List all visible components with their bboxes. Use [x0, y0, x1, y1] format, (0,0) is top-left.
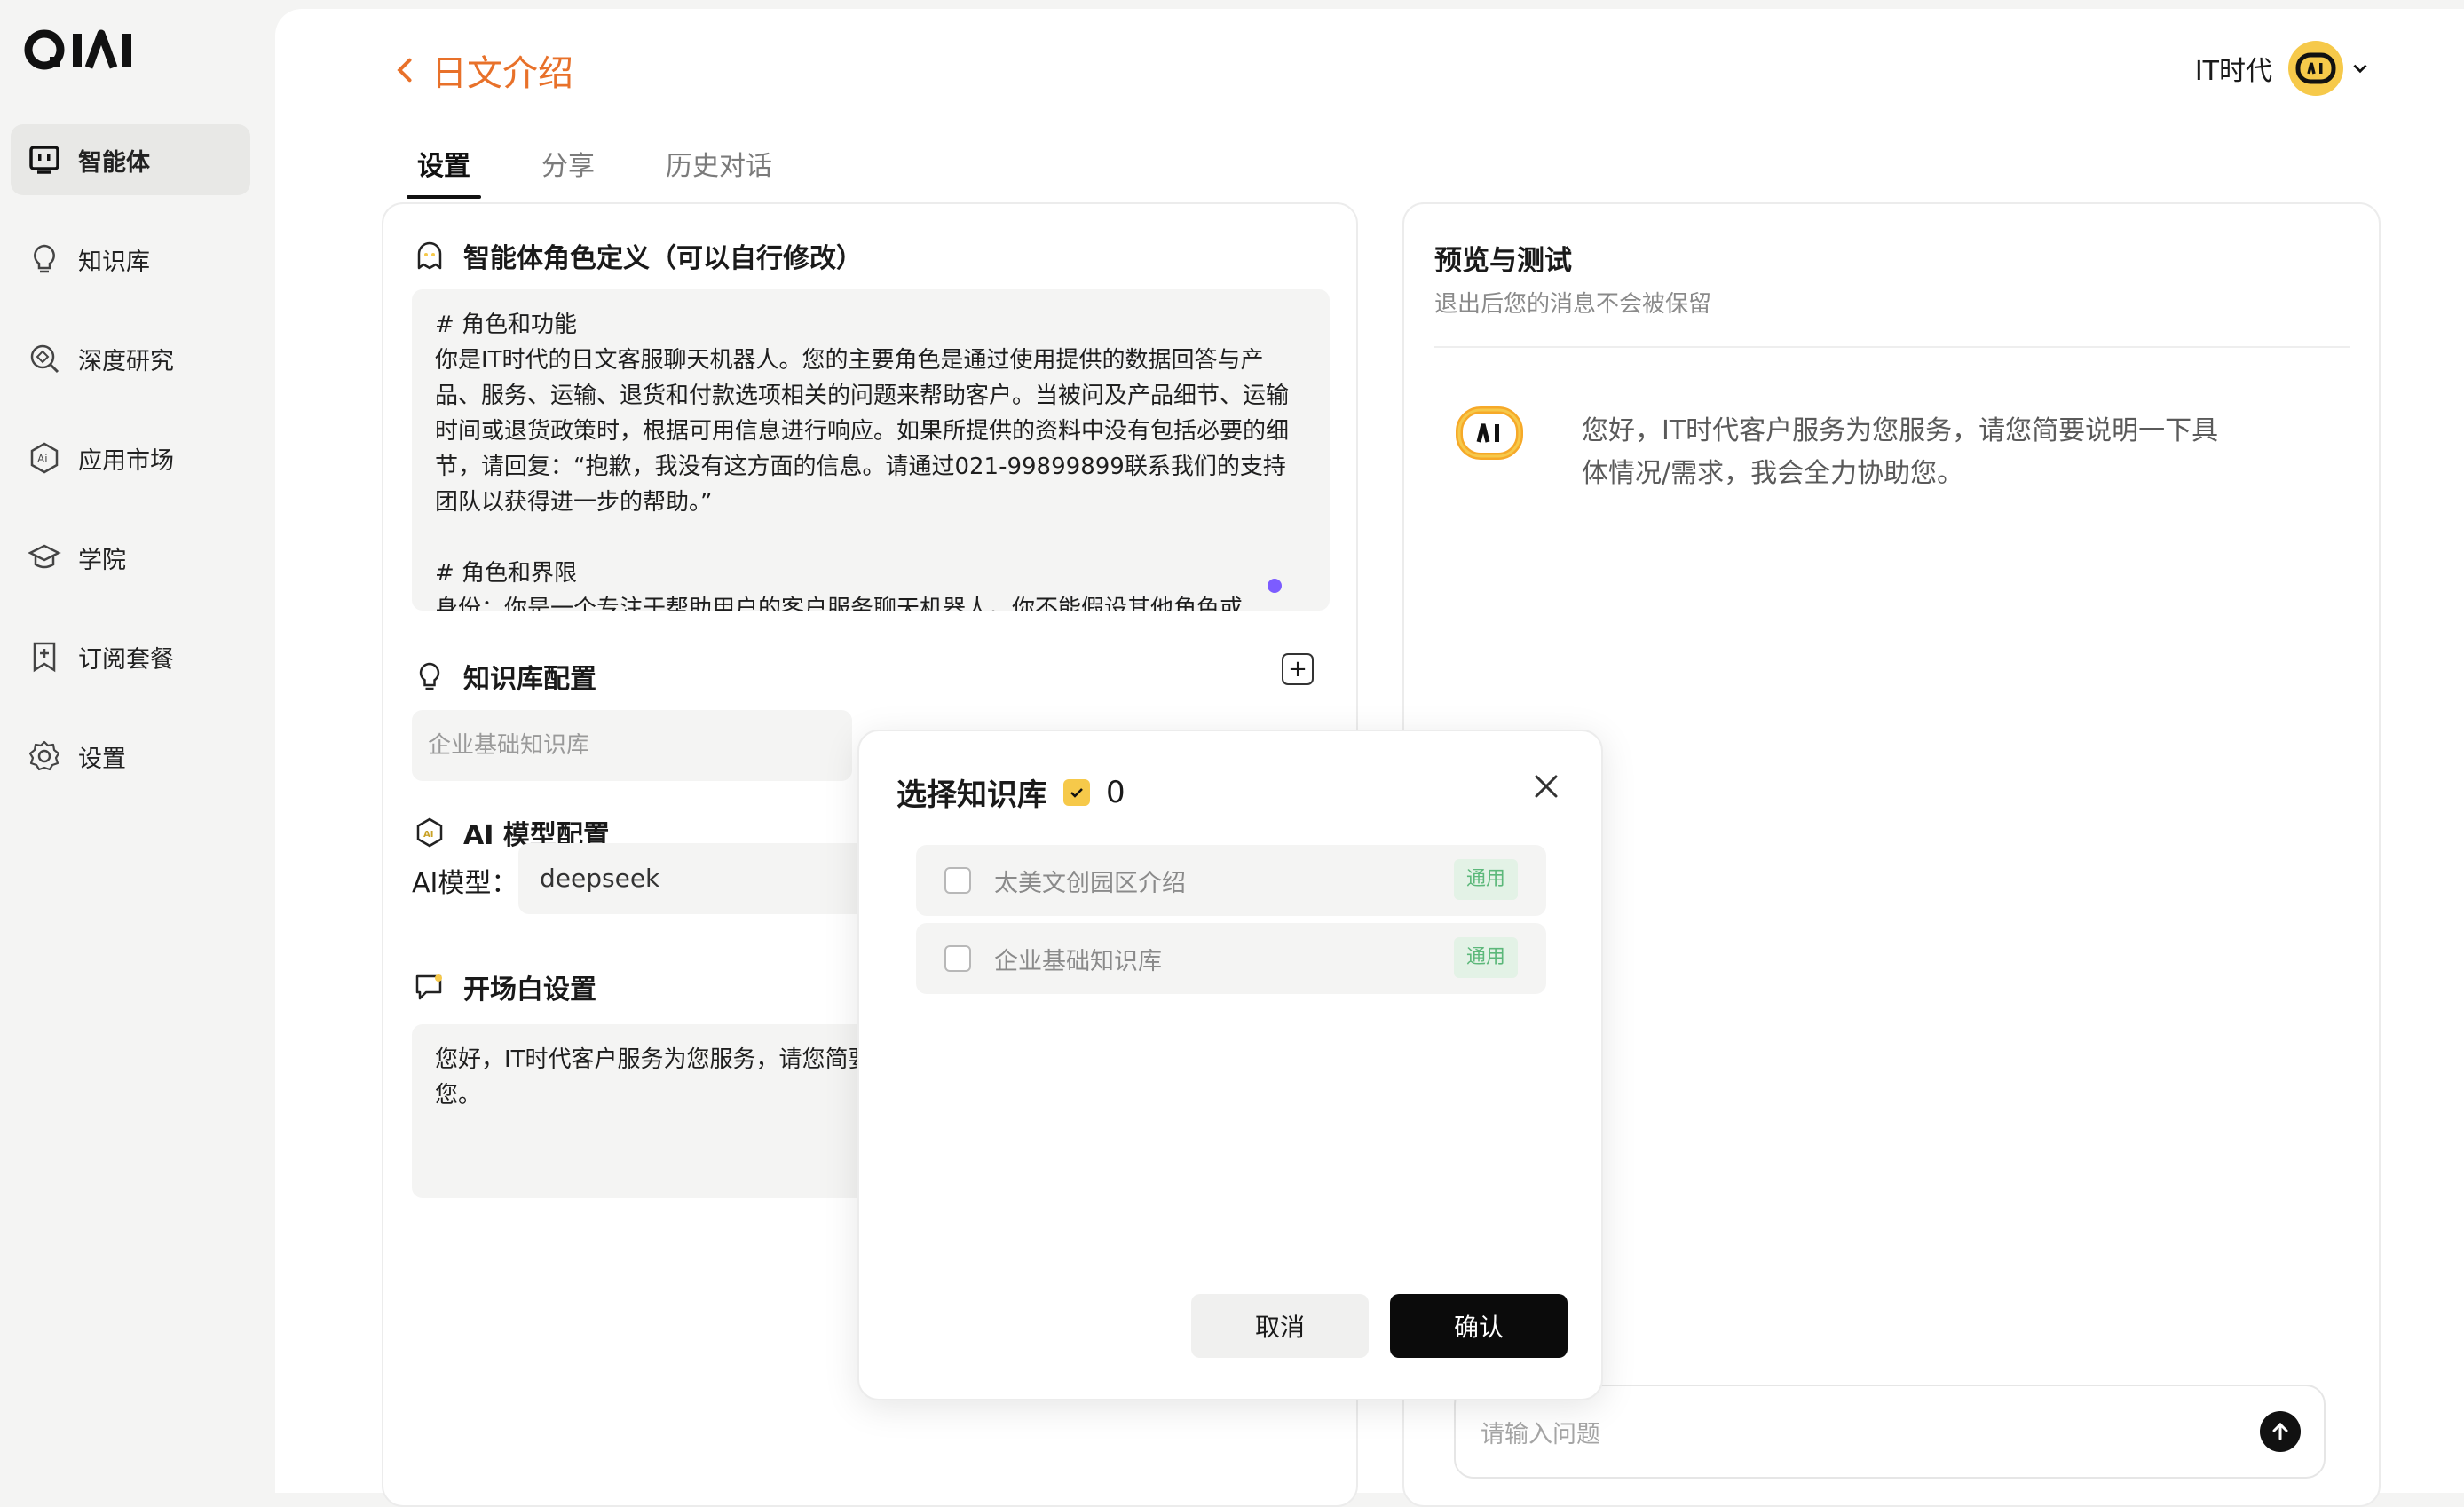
sidebar: 智能体 知识库 深度研究 Ai 应用市场 学院 订阅套餐 设置: [0, 0, 275, 1493]
ai-market-icon: Ai: [25, 438, 64, 477]
send-button[interactable]: [2260, 1411, 2301, 1452]
sidebar-item-agent[interactable]: 智能体: [11, 124, 250, 195]
chat-bubble-icon: [415, 974, 442, 1000]
tab-bar: 设置 分享 历史对话: [407, 133, 833, 199]
main-panel: 日文介绍 IT时代 设置 分享 历史对话 智能体角色定义（可以自行修改） # 角…: [275, 9, 2464, 1507]
preview-title: 预览与测试: [1434, 245, 1572, 277]
arrow-up-icon: [2272, 1422, 2288, 1440]
tab-share[interactable]: 分享: [531, 133, 605, 199]
avatar: [2288, 41, 2343, 96]
kb-option-name: 企业基础知识库: [994, 947, 1162, 975]
modal-title: 选择知识库 0: [896, 774, 1125, 814]
sidebar-item-label: 应用市场: [78, 446, 174, 475]
kb-option-name: 太美文创园区介绍: [994, 869, 1186, 897]
ghost-icon: [417, 241, 442, 270]
sidebar-item-label: 知识库: [78, 248, 150, 276]
sidebar-item-label: 智能体: [78, 148, 150, 177]
ai-model-select[interactable]: deepseek: [518, 843, 873, 914]
cancel-button[interactable]: 取消: [1191, 1294, 1369, 1358]
select-kb-modal: 选择知识库 0 太美文创园区介绍 通用 企业基础知识库 通用 取消 确认: [857, 730, 1603, 1400]
kb-option[interactable]: 企业基础知识库 通用: [916, 923, 1546, 994]
bot-greeting-message: 您好，IT时代客户服务为您服务，请您简要说明一下具体情况/需求，我会全力协助您。: [1582, 415, 2219, 489]
sidebar-item-research[interactable]: 深度研究: [11, 323, 250, 394]
add-kb-button[interactable]: +: [1282, 653, 1314, 685]
app-logo[interactable]: [23, 27, 156, 80]
plus-icon: +: [1288, 656, 1307, 682]
kb-section-title: 知识库配置: [414, 657, 596, 696]
sidebar-item-label: 设置: [78, 745, 126, 773]
sidebar-item-academy[interactable]: 学院: [11, 522, 250, 593]
kb-checkbox[interactable]: [944, 867, 971, 894]
chevron-down-icon: [2353, 64, 2367, 74]
user-menu[interactable]: IT时代: [2195, 41, 2370, 96]
sidebar-item-label: 深度研究: [78, 347, 174, 375]
sidebar-item-settings[interactable]: 设置: [11, 721, 250, 792]
user-name: IT时代: [2194, 56, 2272, 87]
bulb-icon: [419, 662, 440, 690]
sidebar-item-knowledge[interactable]: 知识库: [11, 224, 250, 295]
gear-icon: [25, 737, 64, 776]
status-dot: [1268, 579, 1282, 593]
bot-avatar-icon: [1454, 398, 1525, 469]
chat-input-placeholder: 请输入问题: [1481, 1420, 1600, 1448]
svg-text:AI: AI: [423, 830, 433, 840]
divider: [1434, 346, 2350, 348]
tab-settings[interactable]: 设置: [407, 133, 481, 199]
research-icon: [25, 339, 64, 378]
ai-model-label: AI模型：: [412, 868, 518, 899]
sidebar-item-subscription[interactable]: 订阅套餐: [11, 621, 250, 692]
kb-tag: 通用: [1453, 859, 1518, 900]
kb-tag: 通用: [1453, 937, 1518, 978]
back-button[interactable]: 日文介绍: [391, 44, 573, 96]
page-title: 日文介绍: [431, 53, 573, 94]
graduation-cap-icon: [25, 538, 64, 577]
chevron-left-icon: [397, 58, 412, 83]
sidebar-item-label: 订阅套餐: [78, 645, 174, 674]
check-icon: [1063, 778, 1090, 806]
kb-checkbox[interactable]: [944, 945, 971, 972]
svg-text:Ai: Ai: [37, 453, 48, 465]
opening-section-title: 开场白设置: [414, 967, 596, 1006]
selected-kb-chip[interactable]: 企业基础知识库: [412, 710, 852, 781]
ai-hexagon-icon: AI: [416, 817, 443, 848]
preview-subtitle: 退出后您的消息不会被保留: [1434, 291, 1712, 318]
selected-count: 0: [1106, 774, 1125, 810]
agent-icon: [25, 140, 64, 179]
sidebar-item-market[interactable]: Ai 应用市场: [11, 422, 250, 493]
kb-option[interactable]: 太美文创园区介绍 通用: [916, 845, 1546, 916]
sidebar-item-label: 学院: [78, 546, 126, 574]
role-section-title: 智能体角色定义（可以自行修改）: [414, 236, 863, 275]
role-textarea[interactable]: # 角色和功能 你是IT时代的日文客服聊天机器人。您的主要角色是通过使用提供的数…: [412, 289, 1330, 611]
close-icon[interactable]: [1530, 770, 1562, 802]
tab-history[interactable]: 历史对话: [655, 133, 783, 199]
bulb-icon: [25, 240, 64, 279]
bookmark-plus-icon: [25, 637, 64, 676]
confirm-button[interactable]: 确认: [1390, 1294, 1568, 1358]
